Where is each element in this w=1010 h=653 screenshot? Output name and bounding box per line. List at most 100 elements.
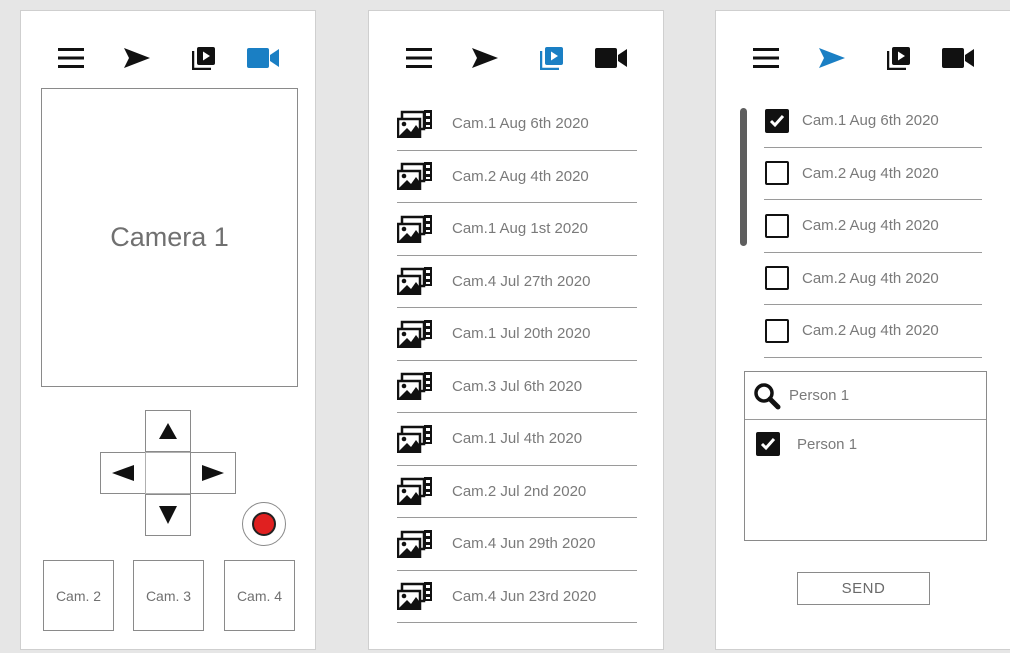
clip-list-item: Cam.2 Aug 4th 2020 [764, 305, 982, 358]
right-arrow-icon [202, 465, 224, 481]
clip-checkbox[interactable] [765, 213, 789, 238]
top-nav [369, 39, 663, 73]
recording-label: Cam.1 Aug 6th 2020 [452, 115, 589, 133]
recording-list-item[interactable]: Cam.1 Jul 20th 2020 [397, 308, 637, 361]
camera-icon[interactable] [246, 43, 280, 73]
search-value: Person 1 [789, 387, 850, 404]
clip-label: Cam.2 Aug 4th 2020 [802, 322, 939, 340]
clip-checkbox[interactable] [765, 108, 789, 133]
camera-2-button[interactable]: Cam. 2 [43, 560, 114, 631]
clip-list-item: Cam.2 Aug 4th 2020 [764, 200, 982, 253]
recording-list-item[interactable]: Cam.2 Jul 2nd 2020 [397, 466, 637, 518]
clip-list-item: Cam.2 Aug 4th 2020 [764, 148, 982, 200]
pan-left-button[interactable] [100, 452, 146, 494]
recording-label: Cam.4 Jun 29th 2020 [452, 535, 596, 553]
search-results: Person 1 [745, 420, 986, 468]
playlist-icon-glyph [540, 47, 563, 70]
recording-label: Cam.1 Jul 4th 2020 [452, 430, 583, 448]
recording-label: Cam.1 Jul 20th 2020 [452, 325, 591, 343]
up-arrow-icon [159, 423, 177, 439]
camera-icon-glyph [247, 48, 279, 68]
clip-selection-list: Cam.1 Aug 6th 2020 Cam.2 Aug 4th 2020 Cam.… [764, 95, 982, 358]
recording-list-item[interactable]: Cam.4 Jun 29th 2020 [397, 518, 637, 571]
search-input[interactable]: Person 1 [745, 372, 986, 420]
search-result-item: Person 1 [745, 420, 986, 468]
recording-label: Cam.1 Aug 1st 2020 [452, 220, 588, 238]
pan-down-button[interactable] [145, 494, 191, 536]
menu-icon[interactable] [402, 43, 436, 73]
camera-icon-glyph [595, 48, 627, 68]
pan-right-button[interactable] [190, 452, 236, 494]
send-icon-glyph [472, 48, 498, 68]
recipient-checkbox[interactable] [756, 432, 780, 456]
top-nav [716, 39, 1010, 73]
pan-up-button[interactable] [145, 410, 191, 452]
live-camera-panel: Camera 1 Cam. 2 Cam. 3 Cam. 4 [20, 10, 316, 650]
send-icon[interactable] [815, 43, 849, 73]
clip-label: Cam.2 Aug 4th 2020 [802, 217, 939, 235]
menu-icon-glyph [406, 48, 432, 68]
playlist-icon-glyph [192, 47, 215, 70]
playlist-icon-glyph [887, 47, 910, 70]
menu-icon[interactable] [749, 43, 783, 73]
clip-checkbox[interactable] [765, 318, 789, 343]
clip-checkbox[interactable] [765, 161, 789, 186]
search-icon [754, 382, 781, 409]
viewer-label: Camera 1 [110, 222, 229, 252]
media-files-icon [397, 477, 433, 506]
send-icon-glyph [124, 48, 150, 68]
send-icon[interactable] [468, 43, 502, 73]
media-files-icon [397, 214, 433, 243]
recording-label: Cam.4 Jun 23rd 2020 [452, 587, 597, 605]
media-files-icon [397, 162, 433, 191]
recording-list-item[interactable]: Cam.3 Jul 6th 2020 [397, 361, 637, 413]
media-files-icon [397, 109, 433, 138]
camera-3-button[interactable]: Cam. 3 [133, 560, 204, 631]
recordings-list: Cam.1 Aug 6th 2020 Cam.2 Aug 4th 2020 Cam.… [397, 98, 637, 623]
playlist-icon[interactable] [535, 43, 569, 73]
clip-label: Cam.2 Aug 4th 2020 [802, 164, 939, 182]
left-arrow-icon [112, 465, 134, 481]
share-panel: Cam.1 Aug 6th 2020 Cam.2 Aug 4th 2020 Cam.… [715, 10, 1010, 650]
clip-list-item: Cam.1 Aug 6th 2020 [764, 95, 982, 148]
playlist-icon[interactable] [882, 43, 916, 73]
recording-list-item[interactable]: Cam.1 Aug 1st 2020 [397, 203, 637, 256]
down-arrow-icon [159, 506, 177, 524]
menu-icon[interactable] [54, 43, 88, 73]
recording-list-item[interactable]: Cam.1 Aug 6th 2020 [397, 98, 637, 151]
camera-viewer: Camera 1 [41, 88, 298, 387]
media-files-icon [397, 424, 433, 453]
recording-list-item[interactable]: Cam.4 Jun 23rd 2020 [397, 571, 637, 623]
media-files-icon [397, 372, 433, 401]
playlist-icon[interactable] [187, 43, 221, 73]
record-dot-icon [252, 512, 276, 536]
media-files-icon [397, 582, 433, 611]
send-button[interactable]: SEND [797, 572, 930, 605]
recipient-label: Person 1 [797, 435, 858, 453]
clip-checkbox[interactable] [765, 266, 789, 291]
clip-label: Cam.2 Aug 4th 2020 [802, 269, 939, 287]
clip-label: Cam.1 Aug 6th 2020 [802, 112, 939, 130]
camera-icon[interactable] [594, 43, 628, 73]
recording-label: Cam.2 Jul 2nd 2020 [452, 482, 587, 500]
scrollbar[interactable] [740, 108, 747, 246]
record-button[interactable] [242, 502, 286, 546]
dpad-center [145, 452, 191, 494]
camera-icon-glyph [942, 48, 974, 68]
recording-list-item[interactable]: Cam.4 Jul 27th 2020 [397, 256, 637, 308]
camera-icon[interactable] [941, 43, 975, 73]
recording-label: Cam.3 Jul 6th 2020 [452, 377, 583, 395]
media-files-icon [397, 267, 433, 296]
top-nav [21, 39, 315, 73]
send-icon-glyph [819, 48, 845, 68]
camera-4-button[interactable]: Cam. 4 [224, 560, 295, 631]
recording-list-item[interactable]: Cam.2 Aug 4th 2020 [397, 151, 637, 203]
media-files-icon [397, 319, 433, 348]
send-icon[interactable] [120, 43, 154, 73]
recordings-panel: Cam.1 Aug 6th 2020 Cam.2 Aug 4th 2020 Cam.… [368, 10, 664, 650]
recording-label: Cam.4 Jul 27th 2020 [452, 272, 591, 290]
menu-icon-glyph [58, 48, 84, 68]
menu-icon-glyph [753, 48, 779, 68]
recording-list-item[interactable]: Cam.1 Jul 4th 2020 [397, 413, 637, 466]
clip-list-item: Cam.2 Aug 4th 2020 [764, 253, 982, 305]
